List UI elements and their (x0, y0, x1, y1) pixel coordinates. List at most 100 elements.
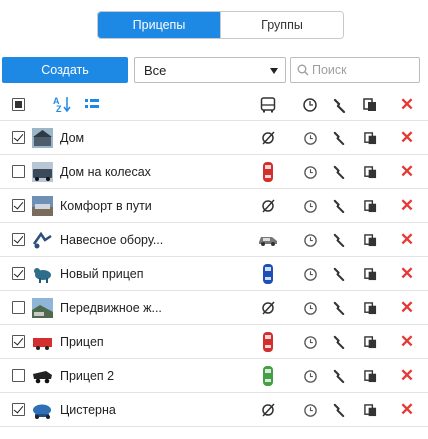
search-icon (297, 64, 309, 76)
clock-icon[interactable] (298, 393, 322, 427)
trailer-name[interactable]: Прицеп (60, 325, 104, 359)
trailer-name[interactable]: Дом на колесах (60, 155, 151, 189)
group-icon[interactable] (84, 97, 100, 111)
wrench-icon[interactable] (327, 359, 351, 393)
table-row[interactable]: Цистерна ✕ (0, 393, 428, 427)
trailer-name[interactable]: Навесное обору... (60, 223, 163, 257)
clock-icon[interactable] (298, 121, 322, 155)
tab-groups[interactable]: Группы (220, 12, 343, 38)
copy-icon[interactable] (358, 291, 382, 325)
wrench-icon[interactable] (327, 189, 351, 223)
table-row[interactable]: Передвижное ж... ✕ (0, 291, 428, 325)
wrench-icon[interactable] (327, 257, 351, 291)
trailer-name[interactable]: Прицеп 2 (60, 359, 114, 393)
delete-column-icon[interactable]: ✕ (395, 88, 419, 122)
clock-icon[interactable] (298, 291, 322, 325)
copy-column-icon[interactable] (358, 88, 382, 122)
trailer-name[interactable]: Цистерна (60, 393, 116, 427)
clock-icon[interactable] (298, 325, 322, 359)
trailer-name[interactable]: Комфорт в пути (60, 189, 152, 223)
copy-icon (363, 98, 376, 111)
delete-icon[interactable]: ✕ (395, 291, 419, 325)
tab-trailers[interactable]: Прицепы (98, 12, 220, 38)
select-all-checkbox[interactable] (12, 98, 25, 111)
sort-az-icon[interactable]: A Z (52, 95, 72, 113)
row-checkbox[interactable] (12, 267, 25, 280)
unlinked-icon[interactable] (256, 291, 280, 325)
list-header: A Z ✕ (0, 88, 428, 121)
row-checkbox[interactable] (12, 403, 25, 416)
delete-icon[interactable]: ✕ (395, 393, 419, 427)
table-row[interactable]: Дом на колесах ✕ (0, 155, 428, 189)
copy-icon[interactable] (358, 325, 382, 359)
clock-icon[interactable] (298, 155, 322, 189)
row-checkbox[interactable] (12, 233, 25, 246)
unlinked-icon[interactable] (256, 393, 280, 427)
table-row[interactable]: Прицеп ✕ (0, 325, 428, 359)
clock-icon[interactable] (298, 359, 322, 393)
wrench-icon[interactable] (327, 121, 351, 155)
delete-icon[interactable]: ✕ (395, 121, 419, 155)
history-column-icon[interactable] (298, 88, 322, 122)
vehicle-column-icon[interactable] (256, 88, 280, 122)
clock-icon[interactable] (298, 257, 322, 291)
delete-icon[interactable]: ✕ (395, 359, 419, 393)
trailer-name[interactable]: Передвижное ж... (60, 291, 162, 325)
clock-icon[interactable] (298, 189, 322, 223)
filter-select-value: Все (144, 62, 167, 78)
unlinked-icon[interactable] (256, 121, 280, 155)
close-icon: ✕ (399, 95, 415, 114)
create-button[interactable]: Создать (2, 57, 128, 83)
copy-icon[interactable] (358, 155, 382, 189)
copy-icon[interactable] (358, 121, 382, 155)
blue-vehicle-icon[interactable] (256, 257, 280, 291)
wrench-icon[interactable] (327, 155, 351, 189)
unlinked-icon[interactable] (256, 189, 280, 223)
table-row[interactable]: Прицеп 2 ✕ (0, 359, 428, 393)
delete-icon[interactable]: ✕ (395, 325, 419, 359)
car-icon[interactable] (256, 223, 280, 257)
row-checkbox[interactable] (12, 301, 25, 314)
delete-icon[interactable]: ✕ (395, 223, 419, 257)
wrench-icon[interactable] (327, 325, 351, 359)
red-trailer-thumb (32, 332, 53, 352)
red-vehicle-icon[interactable] (256, 325, 280, 359)
copy-icon[interactable] (358, 393, 382, 427)
delete-icon[interactable]: ✕ (395, 155, 419, 189)
clock-icon[interactable] (298, 223, 322, 257)
tab-bar: Прицепы Группы (97, 11, 344, 39)
copy-icon[interactable] (358, 189, 382, 223)
trailer-name[interactable]: Дом (60, 121, 84, 155)
search-input[interactable]: Поиск (290, 57, 420, 83)
wrench-icon[interactable] (327, 223, 351, 257)
green-vehicle-icon[interactable] (256, 359, 280, 393)
landscape-thumb (32, 298, 53, 318)
table-row[interactable]: Навесное обору... ✕ (0, 223, 428, 257)
toolbar: Создать Все Поиск (0, 56, 428, 84)
copy-icon[interactable] (358, 257, 382, 291)
wrench-icon (333, 98, 345, 113)
tools-column-icon[interactable] (327, 88, 351, 122)
delete-icon[interactable]: ✕ (395, 257, 419, 291)
bus-icon (260, 97, 276, 113)
copy-icon[interactable] (358, 223, 382, 257)
filter-select[interactable]: Все (134, 57, 286, 83)
table-row[interactable]: Дом ✕ (0, 121, 428, 155)
table-row[interactable]: Комфорт в пути ✕ (0, 189, 428, 223)
table-row[interactable]: Новый прицеп ✕ (0, 257, 428, 291)
row-checkbox[interactable] (12, 131, 25, 144)
rv-thumb (32, 162, 53, 182)
red-vehicle-icon[interactable] (256, 155, 280, 189)
trailer-name[interactable]: Новый прицеп (60, 257, 144, 291)
wrench-icon[interactable] (327, 393, 351, 427)
wrench-icon[interactable] (327, 291, 351, 325)
row-checkbox[interactable] (12, 335, 25, 348)
tank-thumb (32, 400, 53, 420)
delete-icon[interactable]: ✕ (395, 189, 419, 223)
copy-icon[interactable] (358, 359, 382, 393)
row-checkbox[interactable] (12, 369, 25, 382)
row-checkbox[interactable] (12, 199, 25, 212)
search-placeholder: Поиск (312, 63, 347, 77)
row-checkbox[interactable] (12, 165, 25, 178)
house-thumb (32, 128, 53, 148)
